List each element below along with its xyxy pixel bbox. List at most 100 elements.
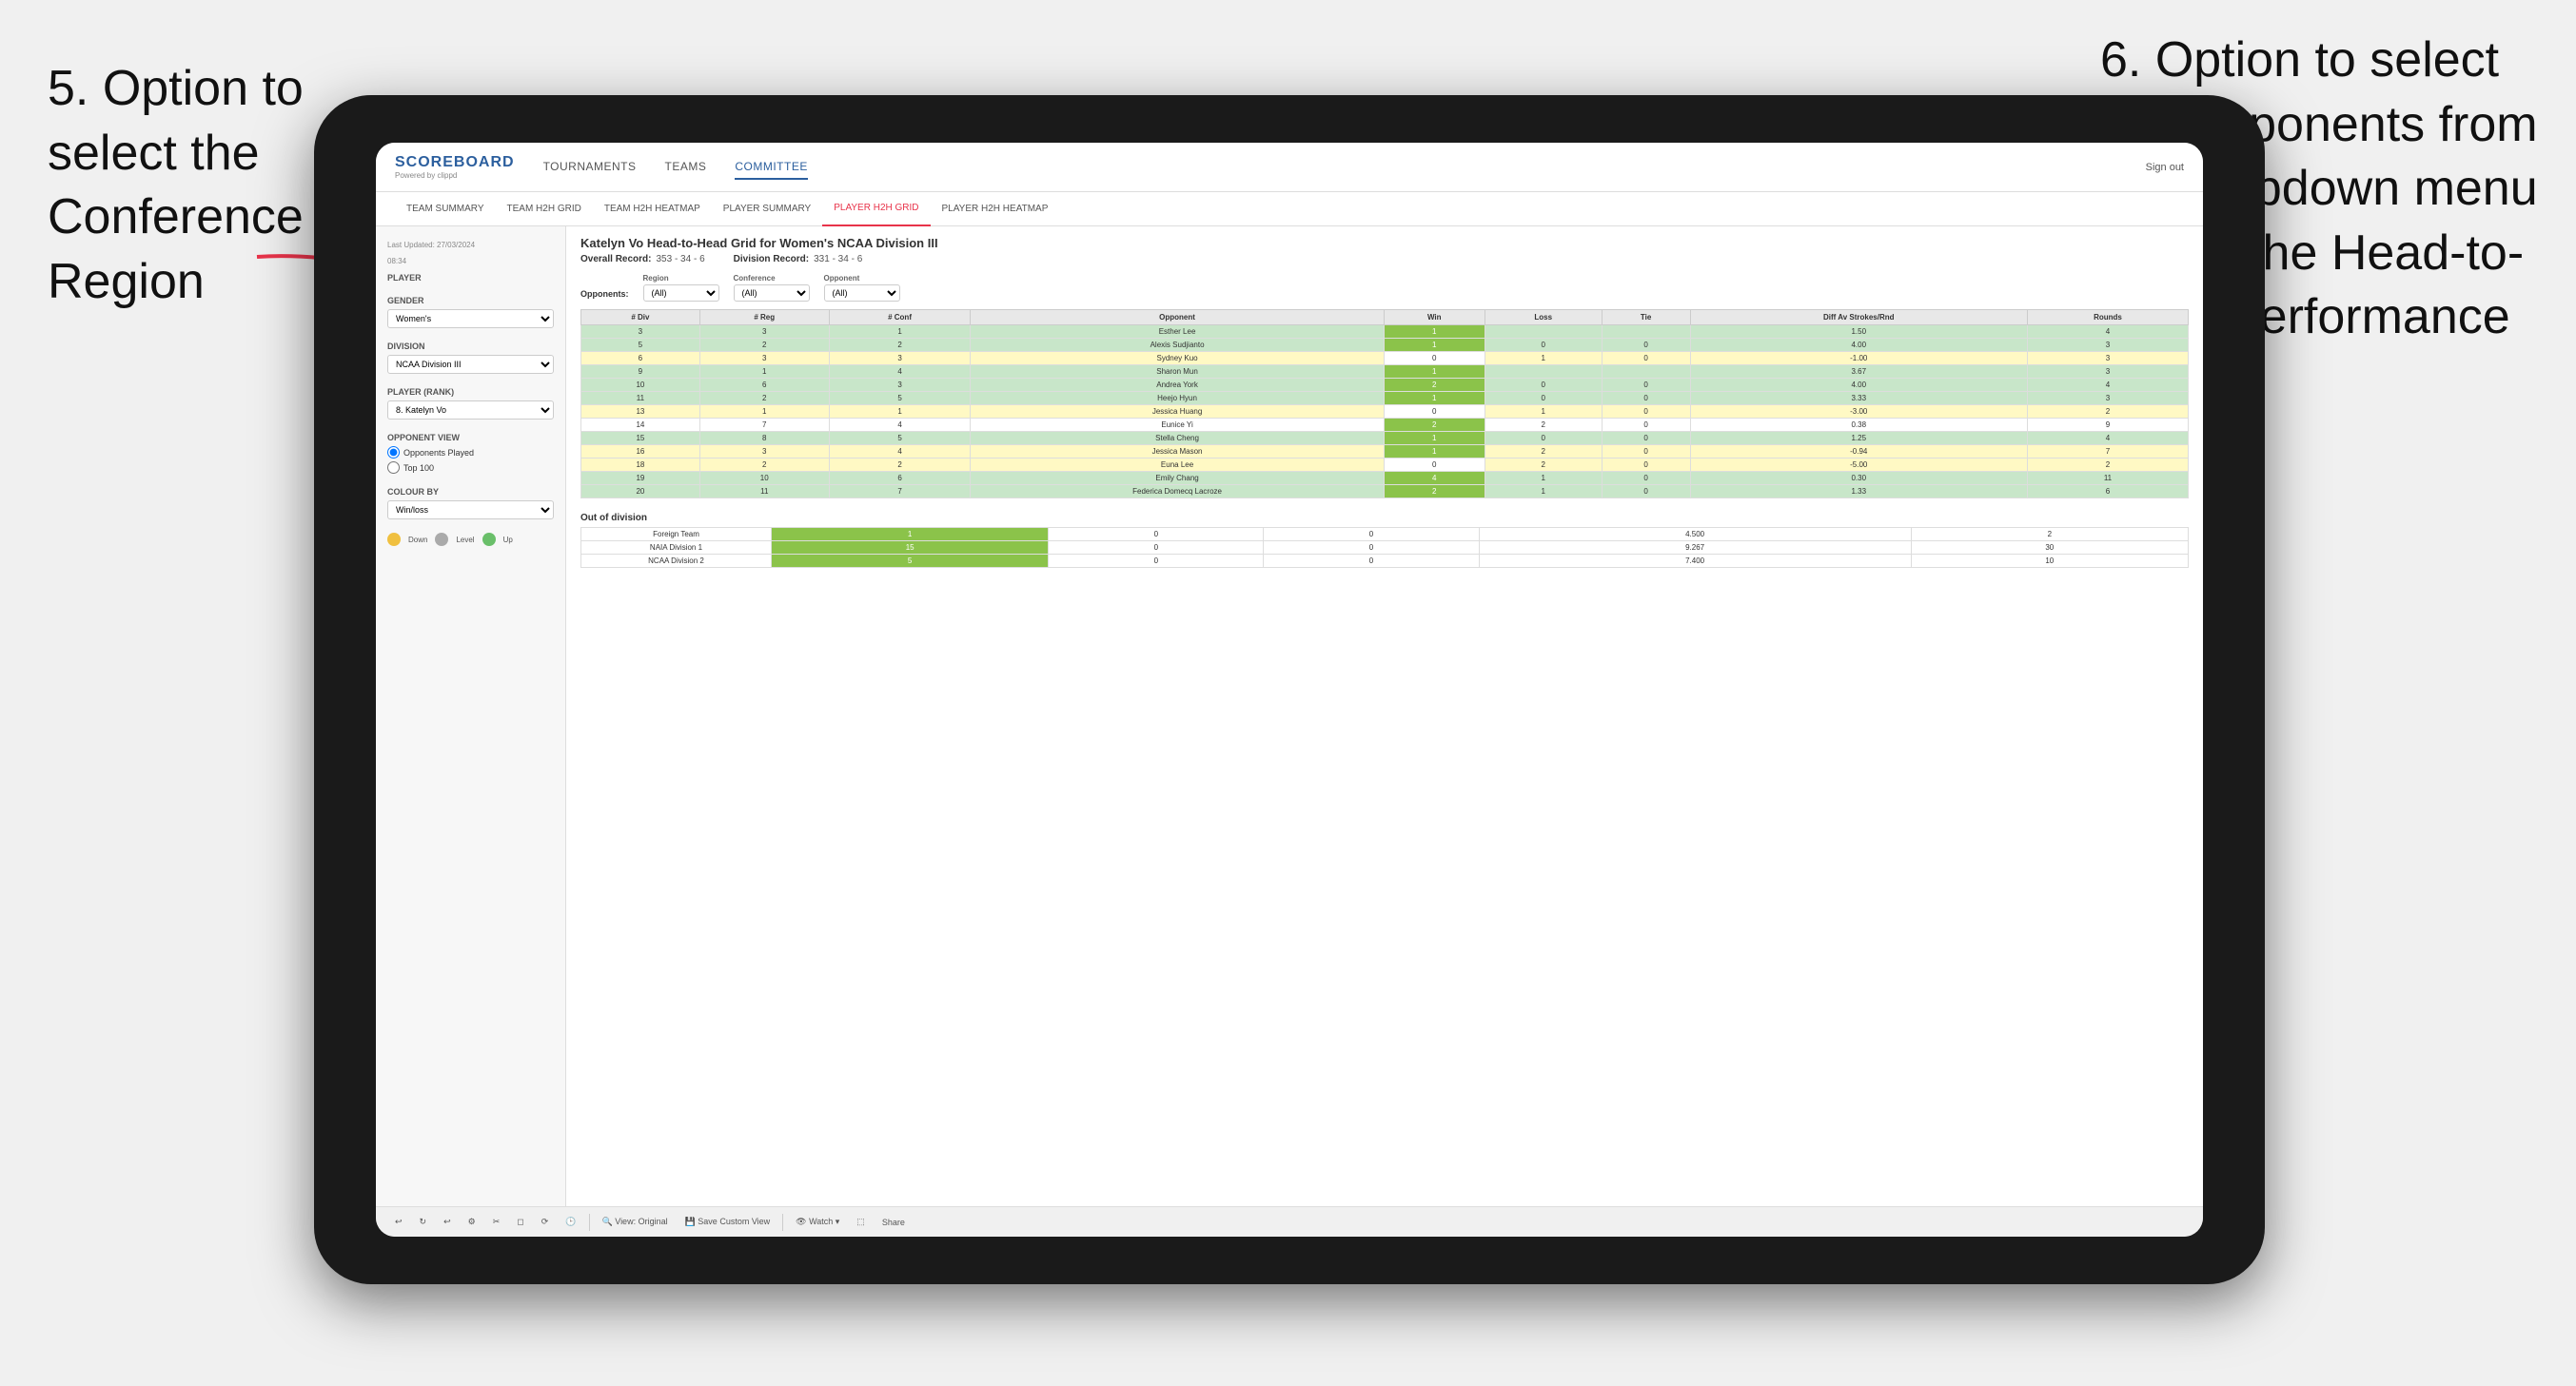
toolbar-settings[interactable]: ⚙ (463, 1215, 481, 1229)
td-diff: -3.00 (1690, 405, 2027, 419)
td-reg: 8 (699, 432, 829, 445)
td-rounds: 3 (2027, 365, 2188, 379)
toolbar-copy[interactable]: ◻ (512, 1215, 528, 1229)
toolbar-watch[interactable]: 👁 Watch ▾ (791, 1215, 844, 1229)
opponent-select[interactable]: (All) (824, 284, 900, 302)
sidebar-division-label: Division (387, 342, 554, 351)
sub-nav-team-h2h-heatmap[interactable]: TEAM H2H HEATMAP (593, 192, 712, 226)
division-record-value: 331 - 34 - 6 (814, 254, 862, 264)
td-opponent: Jessica Huang (971, 405, 1384, 419)
toolbar-back[interactable]: ↩ (439, 1215, 456, 1229)
td-conf: 4 (829, 365, 971, 379)
td-opponent: Sharon Mun (971, 365, 1384, 379)
td-div: 6 (581, 352, 700, 365)
sidebar-opponent-view-label: Opponent view (387, 433, 554, 442)
td-tie: 0 (1602, 379, 1690, 392)
sub-nav-player-h2h-grid[interactable]: PLAYER H2H GRID (822, 192, 930, 226)
td-reg: 3 (699, 445, 829, 459)
td-rounds: 9 (2027, 419, 2188, 432)
logo-text: SCOREBOARD (395, 154, 515, 171)
td-rounds: 4 (2027, 325, 2188, 339)
td-rounds: 6 (2027, 485, 2188, 498)
sub-nav-team-h2h-grid[interactable]: TEAM H2H GRID (496, 192, 593, 226)
td-ood-diff: 4.500 (1479, 528, 1911, 541)
toolbar-undo[interactable]: ↩ (390, 1215, 407, 1229)
td-tie (1602, 325, 1690, 339)
td-ood-opponent: Foreign Team (581, 528, 772, 541)
nav-committee[interactable]: COMMITTEE (735, 155, 808, 180)
toolbar-share[interactable]: Share (877, 1216, 910, 1229)
td-reg: 2 (699, 459, 829, 472)
td-conf: 3 (829, 352, 971, 365)
radio-top100[interactable]: Top 100 (387, 461, 554, 474)
radio-opponents-played-input[interactable] (387, 446, 400, 459)
td-diff: 1.33 (1690, 485, 2027, 498)
filter-row: Opponents: Region (All) Conference (All) (580, 274, 2189, 302)
sidebar-opponent-view-section: Opponent view Opponents Played Top 100 (387, 433, 554, 474)
td-ood-loss: 0 (1049, 528, 1264, 541)
dot-up-label: Up (503, 536, 513, 544)
conference-select[interactable]: (All) (734, 284, 810, 302)
td-loss (1485, 365, 1602, 379)
nav-items: TOURNAMENTS TEAMS COMMITTEE (543, 155, 2146, 180)
td-rounds: 2 (2027, 459, 2188, 472)
toolbar-view-original[interactable]: 🔍 View: Original (598, 1215, 673, 1229)
tablet-device: SCOREBOARD Powered by clippd TOURNAMENTS… (314, 95, 2265, 1284)
content-area: Katelyn Vo Head-to-Head Grid for Women's… (566, 226, 2203, 1206)
td-reg: 3 (699, 325, 829, 339)
sidebar-player-section: Player (387, 273, 554, 283)
td-div: 20 (581, 485, 700, 498)
conference-filter: Conference (All) (734, 274, 810, 302)
td-conf: 5 (829, 432, 971, 445)
td-diff: 1.50 (1690, 325, 2027, 339)
td-ood-rounds: 2 (1911, 528, 2188, 541)
td-loss: 0 (1485, 379, 1602, 392)
toolbar-grid[interactable]: ⬚ (852, 1215, 870, 1229)
sidebar-player-rank-label: Player (Rank) (387, 387, 554, 397)
td-loss: 1 (1485, 472, 1602, 485)
td-win: 2 (1384, 485, 1485, 498)
toolbar-redo[interactable]: ↻ (415, 1215, 432, 1229)
td-tie: 0 (1602, 459, 1690, 472)
td-tie: 0 (1602, 432, 1690, 445)
td-rounds: 7 (2027, 445, 2188, 459)
top-navigation: SCOREBOARD Powered by clippd TOURNAMENTS… (376, 143, 2203, 192)
division-select[interactable]: NCAA Division III (387, 355, 554, 374)
radio-opponents-played[interactable]: Opponents Played (387, 446, 554, 459)
player-rank-select[interactable]: 8. Katelyn Vo (387, 400, 554, 420)
toolbar-cut[interactable]: ✂ (488, 1215, 505, 1229)
td-loss: 2 (1485, 419, 1602, 432)
nav-teams[interactable]: TEAMS (665, 155, 707, 180)
sub-nav-player-h2h-heatmap[interactable]: PLAYER H2H HEATMAP (931, 192, 1060, 226)
radio-top100-input[interactable] (387, 461, 400, 474)
td-win: 0 (1384, 405, 1485, 419)
sub-nav-team-summary[interactable]: TEAM SUMMARY (395, 192, 496, 226)
region-select[interactable]: (All) (643, 284, 719, 302)
td-conf: 5 (829, 392, 971, 405)
th-opponent: Opponent (971, 310, 1384, 325)
sidebar-gender-section: Gender Women's (387, 296, 554, 328)
region-filter: Region (All) (643, 274, 719, 302)
td-loss (1485, 325, 1602, 339)
td-diff: -1.00 (1690, 352, 2027, 365)
td-tie: 0 (1602, 405, 1690, 419)
nav-tournaments[interactable]: TOURNAMENTS (543, 155, 637, 180)
sub-nav-player-summary[interactable]: PLAYER SUMMARY (712, 192, 822, 226)
sidebar-gender-label: Gender (387, 296, 554, 305)
td-tie: 0 (1602, 485, 1690, 498)
td-conf: 2 (829, 459, 971, 472)
toolbar-time[interactable]: 🕒 (560, 1215, 580, 1229)
gender-select[interactable]: Women's (387, 309, 554, 328)
colour-select[interactable]: Win/loss (387, 500, 554, 519)
td-diff: -5.00 (1690, 459, 2027, 472)
td-tie: 0 (1602, 419, 1690, 432)
td-rounds: 3 (2027, 352, 2188, 365)
td-opponent: Emily Chang (971, 472, 1384, 485)
dot-level-label: Level (456, 536, 474, 544)
td-opponent: Alexis Sudjianto (971, 339, 1384, 352)
td-ood-win: 5 (772, 555, 1049, 568)
toolbar-save-custom[interactable]: 💾 Save Custom View (680, 1215, 776, 1229)
td-div: 18 (581, 459, 700, 472)
toolbar-refresh[interactable]: ⟳ (537, 1215, 554, 1229)
sign-out-link[interactable]: Sign out (2146, 162, 2184, 173)
